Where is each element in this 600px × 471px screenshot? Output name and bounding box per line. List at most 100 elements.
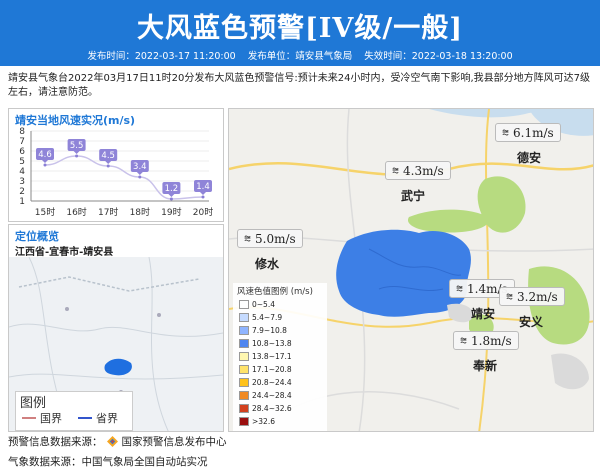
- speed-legend-row: 13.8~17.1: [239, 351, 292, 361]
- x-tick-label: 17时: [98, 206, 118, 218]
- wind-value-wuning: 4.3m/s: [403, 163, 444, 178]
- warning-title: 大风蓝色预警[IV级/一般]: [137, 13, 463, 44]
- data-label: 1.4: [196, 182, 210, 192]
- place-jingan: 靖安: [471, 307, 496, 321]
- speed-legend-swatch: [239, 377, 249, 387]
- wind-value-xiushui: 5.0m/s: [255, 231, 296, 246]
- speed-legend-title: 风速色值图例 (m/s): [237, 287, 313, 297]
- warning-source-label: 预警信息数据来源：: [8, 436, 103, 448]
- speed-legend-swatch: [239, 364, 249, 374]
- speed-legend-range: 20.8~24.4: [252, 377, 292, 387]
- expire-time: 失效时间：2022-03-18 13:20:00: [364, 51, 513, 62]
- x-tick-label: 16时: [66, 206, 86, 218]
- speed-legend-swatch: [239, 312, 249, 322]
- wind-icon: ⩬: [502, 125, 510, 139]
- speed-legend-swatch: [239, 390, 249, 400]
- x-tick-label: 19时: [161, 206, 181, 218]
- data-point: [201, 195, 205, 199]
- place-wuning: 武宁: [401, 189, 426, 203]
- speed-legend-swatch: [239, 416, 249, 426]
- place-xiushui: 修水: [255, 257, 280, 271]
- speed-color-legend: 风速色值图例 (m/s) 0~5.4 5.4~7.9 7.9~10.8 10.8~13…: [233, 283, 327, 431]
- y-tick-label: 8: [19, 127, 25, 137]
- speed-legend-row: 0~5.4: [239, 299, 275, 309]
- data-label-pointer: [73, 151, 80, 154]
- y-tick-label: 2: [19, 187, 25, 197]
- national-border-label: 国界: [40, 412, 62, 425]
- speed-legend-row: >32.6: [239, 416, 275, 426]
- wind-speed-chart: 12345678 4.6 15时 5.5 16时 4.5 17时 3.4 18时 1.2 19时 1.…: [19, 127, 213, 218]
- wind-value-dean: 6.1m/s: [513, 125, 554, 140]
- wind-map[interactable]: ⩬ 6.1m/s 德安 ⩬ 4.3m/s 武宁 ⩬ 5.0m/s 修水 ⩬ 1.…: [228, 108, 594, 432]
- speed-legend-range: >32.6: [252, 416, 275, 426]
- warning-meta: 发布时间：2022-03-17 11:20:00 发布单位：靖安县气象局 失效时…: [0, 48, 600, 62]
- data-label-pointer: [200, 192, 206, 195]
- place-fengxin: 奉新: [473, 359, 498, 373]
- data-point: [75, 154, 79, 158]
- speed-legend-row: 10.8~13.8: [239, 338, 292, 348]
- speed-legend-range: 28.4~32.6: [252, 403, 292, 413]
- data-label: 1.2: [165, 184, 179, 194]
- location-region: 江西省-宜春市-靖安县: [15, 247, 114, 258]
- data-label-pointer: [136, 172, 143, 175]
- speed-legend-range: 5.4~7.9: [252, 312, 283, 322]
- data-point: [106, 164, 110, 168]
- province-border-swatch: [78, 417, 92, 419]
- speed-legend-swatch: [239, 351, 249, 361]
- y-tick-label: 5: [19, 157, 25, 167]
- wind-reading-anyi[interactable]: ⩬ 3.2m/s: [499, 287, 565, 306]
- data-point: [43, 163, 47, 167]
- overview-legend-title: 图例: [20, 396, 47, 411]
- speed-legend-row: 7.9~10.8: [239, 325, 287, 335]
- warning-source-line: 预警信息数据来源： 国家预警信息发布中心: [8, 434, 227, 449]
- data-label-pointer: [168, 194, 175, 197]
- speed-legend-swatch: [239, 403, 249, 413]
- location-panel: 定位概览 江西省-宜春市-靖安县 图例 国界 省界: [8, 224, 224, 432]
- warning-center-logo: [106, 436, 118, 447]
- speed-legend-row: 5.4~7.9: [239, 312, 282, 322]
- wind-panel-title: 靖安当地风速实况(m/s): [15, 114, 136, 127]
- wind-reading-xiushui[interactable]: ⩬ 5.0m/s: [237, 229, 303, 248]
- speed-legend-range: 0~5.4: [252, 299, 275, 309]
- x-tick-label: 18时: [130, 206, 150, 218]
- overview-legend: 图例 国界 省界: [15, 391, 133, 431]
- weather-source-line: 气象数据来源：中国气象局全国自动站实况: [8, 454, 208, 469]
- y-tick-label: 6: [19, 147, 25, 157]
- wind-icon: ⩬: [456, 281, 464, 295]
- publish-time: 发布时间：2022-03-17 11:20:00: [87, 51, 236, 62]
- speed-legend-swatch: [239, 299, 249, 309]
- publisher: 发布单位：靖安县气象局: [247, 51, 353, 62]
- speed-legend-range: 17.1~20.8: [252, 364, 292, 374]
- speed-legend-range: 7.9~10.8: [252, 325, 287, 335]
- speed-legend-row: 17.1~20.8: [239, 364, 292, 374]
- warning-region[interactable]: [336, 229, 471, 317]
- data-label: 3.4: [133, 162, 147, 172]
- wind-reading-dean[interactable]: ⩬ 6.1m/s: [495, 123, 561, 142]
- wind-value-anyi: 3.2m/s: [517, 289, 558, 304]
- location-panel-title: 定位概览: [15, 230, 59, 243]
- speed-legend-row: 24.4~28.4: [239, 390, 292, 400]
- y-tick-label: 4: [19, 167, 25, 177]
- data-point: [138, 175, 142, 179]
- wind-value-fengxin: 1.8m/s: [471, 333, 512, 348]
- x-tick-label: 20时: [193, 206, 213, 218]
- data-label: 4.6: [38, 150, 52, 160]
- wind-icon: ⩬: [506, 289, 514, 303]
- weather-source-label: 气象数据来源：中国气象局全国自动站实况: [8, 456, 208, 468]
- x-tick-label: 15时: [35, 206, 55, 218]
- speed-legend-row: 28.4~32.6: [239, 403, 292, 413]
- wind-speed-panel: 靖安当地风速实况(m/s) 1 2 3 4 5 6 7 8 4.6 15时 5.5 16时 4.5 17时…: [8, 108, 224, 222]
- warning-source-name[interactable]: 国家预警信息发布中心: [122, 434, 227, 449]
- wind-reading-wuning[interactable]: ⩬ 4.3m/s: [385, 161, 451, 180]
- wind-icon: ⩬: [392, 163, 400, 177]
- warning-description: 靖安县气象台2022年03月17日11时20分发布大风蓝色预警信号:预计未来24…: [8, 73, 590, 98]
- warning-header: 大风蓝色预警[IV级/一般] 发布时间：2022-03-17 11:20:00 …: [0, 0, 600, 66]
- province-border-label: 省界: [96, 412, 118, 425]
- wind-reading-fengxin[interactable]: ⩬ 1.8m/s: [453, 331, 519, 350]
- speed-legend-row: 20.8~24.4: [239, 377, 292, 387]
- data-point: [169, 197, 173, 201]
- speed-legend-range: 13.8~17.1: [252, 351, 292, 361]
- wind-icon: ⩬: [460, 333, 468, 347]
- speed-legend-swatch: [239, 338, 249, 348]
- place-anyi: 安义: [519, 315, 544, 329]
